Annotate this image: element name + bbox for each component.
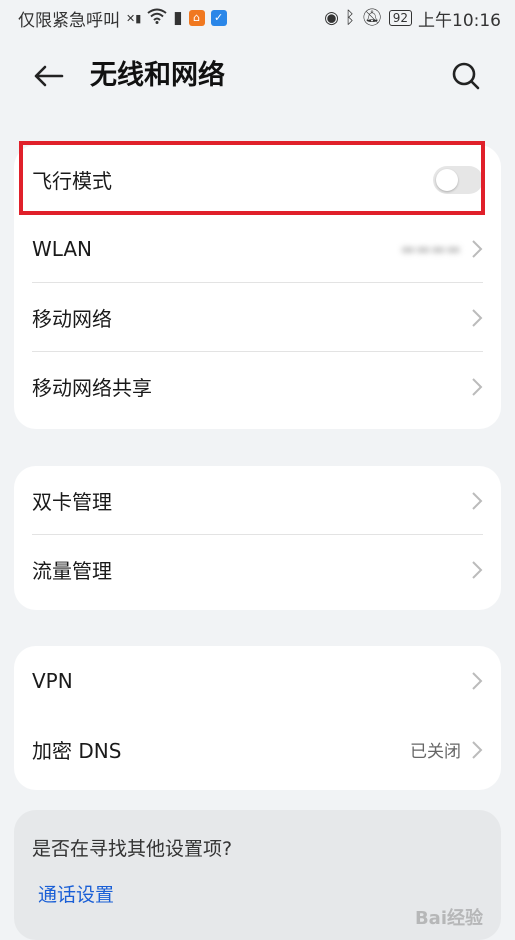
call-settings-link[interactable]: 通话设置 [38,880,114,907]
search-button[interactable] [448,58,484,94]
chevron-right-icon [472,491,483,510]
vpn-row[interactable]: VPN [14,646,501,715]
status-bar: 仅限紧急呼叫 ✕▮ ▮ ⌂ ✓ ◉ ᛒ 🔕︎ 92 上午10:16 [0,0,515,36]
wlan-label: WLAN [32,236,93,261]
dual-sim-label: 双卡管理 [32,490,112,514]
page-title: 无线和网络 [90,60,225,91]
tethering-label: 移动网络共享 [32,376,152,400]
no-signal-icon: ✕▮ [126,11,142,25]
back-arrow-icon [34,65,64,87]
back-button[interactable] [30,58,66,94]
eye-icon: ◉ [324,8,339,28]
chevron-right-icon [472,239,483,258]
dual-sim-row[interactable]: 双卡管理 [14,466,501,535]
encrypted-dns-label: 加密 DNS [32,739,122,763]
sim-settings-card: 双卡管理 流量管理 [14,466,501,610]
vpn-dns-card: VPN 加密 DNS 已关闭 [14,646,501,790]
search-icon [452,62,480,90]
data-usage-label: 流量管理 [32,559,112,583]
suggestion-card: 是否在寻找其他设置项? 通话设置 Bai经验 [14,810,501,940]
carrier-text: 仅限紧急呼叫 [18,10,120,31]
vpn-label: VPN [32,668,73,693]
tethering-row[interactable]: 移动网络共享 [14,352,501,421]
suggestion-question: 是否在寻找其他设置项? [32,838,233,860]
app-notification-icon: ✓ [210,10,227,26]
header: 无线和网络 [0,44,515,108]
wlan-network-name-redacted: ▬▬▬▬ [400,239,461,258]
chevron-right-icon [472,671,483,690]
battery-alert-icon: ▮ [173,8,183,28]
wlan-row[interactable]: WLAN ▬▬▬▬ [14,214,501,283]
clock: 上午10:16 [418,10,501,31]
chevron-right-icon [472,560,483,579]
mute-icon: 🔕︎ [361,8,383,28]
chevron-right-icon [472,377,483,396]
chevron-right-icon [472,740,483,759]
app-notification-icon: ⌂ [188,10,205,26]
wifi-icon [147,8,167,29]
watermark-logo: Bai经验 [414,908,483,929]
data-usage-row[interactable]: 流量管理 [14,535,501,604]
mobile-network-row[interactable]: 移动网络 [14,283,501,352]
mobile-network-label: 移动网络 [32,307,112,331]
chevron-right-icon [472,308,483,327]
highlight-box [19,141,485,215]
encrypted-dns-row[interactable]: 加密 DNS 已关闭 [14,715,501,784]
battery-icon: 92 [388,10,412,26]
bluetooth-icon: ᛒ [344,8,356,28]
encrypted-dns-status: 已关闭 [410,742,461,762]
